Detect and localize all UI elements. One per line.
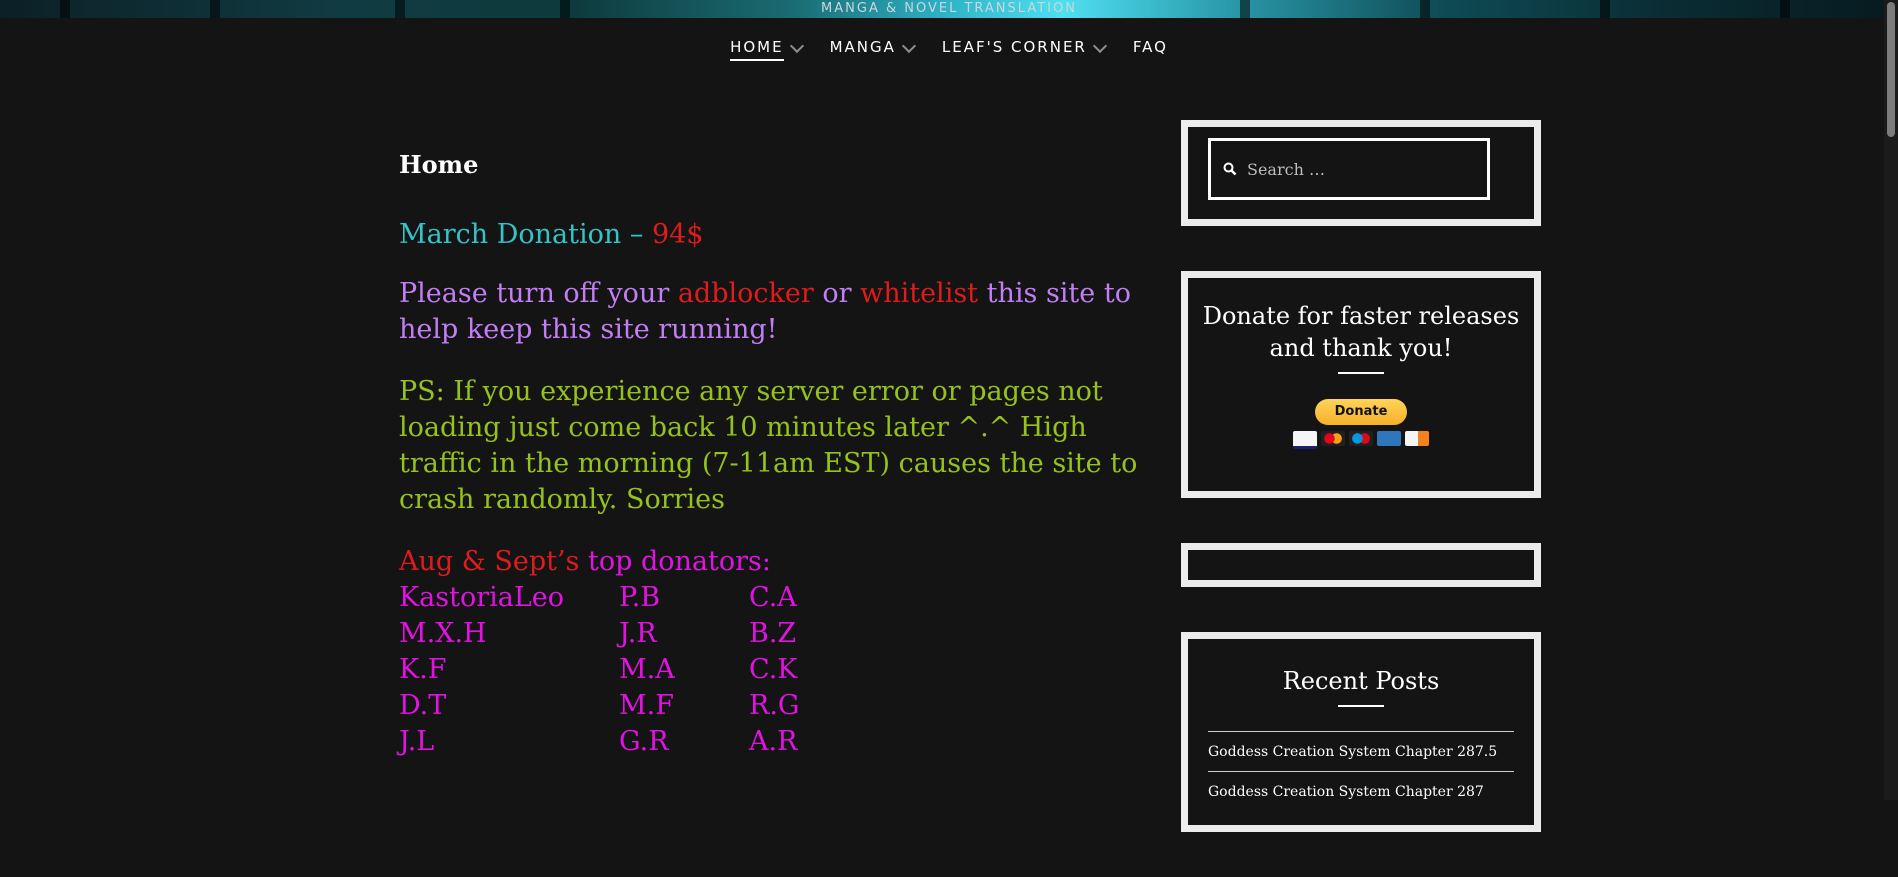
donator-name: K.F xyxy=(399,654,447,685)
nav-item-label: FAQ xyxy=(1132,38,1168,56)
discover-card-icon xyxy=(1405,431,1429,446)
nav-item-manga[interactable]: MANGA xyxy=(829,38,916,60)
donate-widget-title: Donate for faster releases and thank you… xyxy=(1202,302,1520,362)
donator-name: C.K xyxy=(749,654,798,685)
nav-item-label: HOME xyxy=(730,38,784,61)
chevron-down-icon[interactable] xyxy=(901,38,916,54)
recent-post-link[interactable]: Goddess Creation System Chapter 287.5 xyxy=(1208,731,1514,771)
adblock-text: Please turn off your xyxy=(399,278,678,309)
donators-months: Aug & Sept’s xyxy=(399,546,580,577)
recent-posts-title: Recent Posts xyxy=(1282,667,1440,695)
title-divider xyxy=(1338,705,1384,707)
donator-name: B.Z xyxy=(749,618,797,649)
nav-item-home[interactable]: HOME xyxy=(730,38,804,61)
search-box[interactable] xyxy=(1208,138,1490,200)
paypal-donate[interactable]: Donate xyxy=(1291,399,1431,449)
amex-card-icon xyxy=(1377,431,1401,446)
donator-name: J.R xyxy=(619,618,657,649)
nav-item-faq[interactable]: FAQ xyxy=(1133,38,1168,60)
adblock-text: or xyxy=(813,278,861,309)
nav-item-leafs-corner[interactable]: LEAF'S CORNER xyxy=(941,38,1107,60)
empty-widget xyxy=(1181,543,1541,587)
recent-post-link[interactable]: Goddess Creation System Chapter 287 xyxy=(1208,771,1514,811)
whitelist-text: whitelist xyxy=(860,278,979,309)
donate-widget: Donate for faster releases and thank you… xyxy=(1181,271,1541,498)
main-navigation: HOME MANGA LEAF'S CORNER FAQ xyxy=(0,38,1898,61)
donator-row: M.X.H J.R B.Z xyxy=(399,616,1139,652)
chevron-down-icon[interactable] xyxy=(1092,38,1107,54)
donator-name: KastoriaLeo xyxy=(399,582,565,613)
search-input[interactable] xyxy=(1245,158,1479,180)
adblock-notice: Please turn off your adblocker or whitel… xyxy=(399,276,1139,348)
search-widget xyxy=(1181,120,1541,226)
page-title: Home xyxy=(399,150,479,179)
donator-name: C.A xyxy=(749,582,797,613)
server-notice: PS: If you experience any server error o… xyxy=(399,376,1138,515)
donation-separator: – xyxy=(621,219,652,250)
donator-row: KastoriaLeo P.B C.A xyxy=(399,580,1139,616)
donators-heading-text: top donators: xyxy=(579,546,771,577)
recent-posts-list: Goddess Creation System Chapter 287.5 Go… xyxy=(1208,731,1514,811)
top-donators: Aug & Sept’s top donators: KastoriaLeo P.… xyxy=(399,544,1139,760)
donators-heading: Aug & Sept’s top donators: xyxy=(399,544,1139,580)
donator-name: D.T xyxy=(399,690,447,721)
donator-name: R.G xyxy=(749,690,800,721)
donator-name: M.F xyxy=(619,690,674,721)
scrollbar-thumb[interactable] xyxy=(1887,2,1895,137)
donation-status: March Donation – 94$ xyxy=(399,219,1139,250)
chevron-down-icon[interactable] xyxy=(789,38,804,54)
donator-name: G.R xyxy=(619,726,669,757)
nav-item-label: LEAF'S CORNER xyxy=(941,38,1087,56)
donator-row: J.L G.R A.R xyxy=(399,724,1139,760)
donator-name: M.A xyxy=(619,654,675,685)
donator-name: J.L xyxy=(399,726,435,757)
site-tagline: MANGA & NOVEL TRANSLATION xyxy=(821,1,1077,16)
visa-card-icon xyxy=(1293,431,1317,449)
search-icon xyxy=(1223,162,1237,176)
donation-amount: 94$ xyxy=(651,219,704,250)
adblocker-text: adblocker xyxy=(677,278,814,309)
donator-row: D.T M.F R.G xyxy=(399,688,1139,724)
donator-name: P.B xyxy=(619,582,661,613)
main-content: Home March Donation – 94$ Please turn of… xyxy=(399,150,1139,760)
donator-row: K.F M.A C.K xyxy=(399,652,1139,688)
recent-posts-widget: Recent Posts Goddess Creation System Cha… xyxy=(1181,632,1541,832)
title-divider xyxy=(1338,372,1384,374)
donator-name: A.R xyxy=(749,726,798,757)
nav-item-label: MANGA xyxy=(829,38,896,56)
page-scrollbar[interactable] xyxy=(1884,0,1898,800)
sidebar: Donate for faster releases and thank you… xyxy=(1181,120,1541,877)
mastercard-icon xyxy=(1321,431,1345,446)
donator-list: KastoriaLeo P.B C.A M.X.H J.R B.Z K.F M.A C.K D.T… xyxy=(399,580,1139,760)
maestro-card-icon xyxy=(1349,431,1373,446)
header-banner: MANGA & NOVEL TRANSLATION xyxy=(0,0,1898,18)
payment-cards xyxy=(1291,431,1431,449)
donation-label: March Donation xyxy=(399,219,622,250)
donator-name: M.X.H xyxy=(399,618,487,649)
donate-button[interactable]: Donate xyxy=(1315,399,1407,425)
